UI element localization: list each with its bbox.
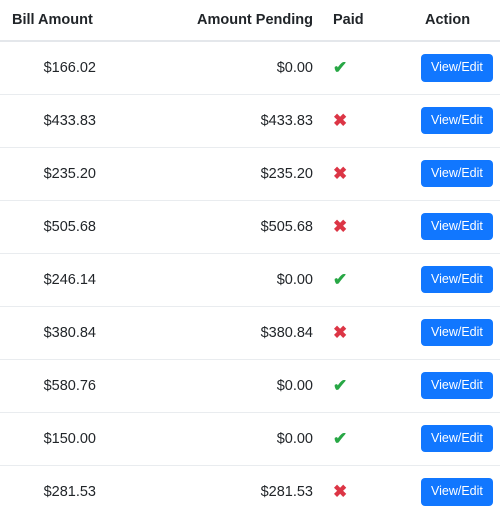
cross-icon: ✖: [333, 216, 348, 236]
cell-amount-pending: $0.00: [160, 41, 317, 95]
cell-amount-pending: $505.68: [160, 200, 317, 254]
cell-action: View/Edit: [404, 200, 500, 254]
cell-action: View/Edit: [404, 359, 500, 413]
cell-amount-pending: $380.84: [160, 306, 317, 360]
cell-bill-amount: $433.83: [0, 94, 160, 148]
column-header-paid: Paid: [317, 0, 404, 42]
cross-icon: ✖: [333, 110, 348, 130]
cell-action: View/Edit: [404, 412, 500, 466]
table-row: $433.83 $433.83 ✖ View/Edit: [0, 94, 500, 148]
table-row: $235.20 $235.20 ✖ View/Edit: [0, 147, 500, 201]
cell-paid: ✔: [317, 412, 404, 466]
cell-amount-pending: $0.00: [160, 359, 317, 413]
cross-icon: ✖: [333, 163, 348, 183]
cell-action: View/Edit: [404, 306, 500, 360]
table-row: $166.02 $0.00 ✔ View/Edit: [0, 41, 500, 95]
cell-bill-amount: $505.68: [0, 200, 160, 254]
check-icon: ✔: [333, 269, 348, 289]
cell-paid: ✖: [317, 94, 404, 148]
cell-bill-amount: $150.00: [0, 412, 160, 466]
cell-bill-amount: $166.02: [0, 41, 160, 95]
table-row: $150.00 $0.00 ✔ View/Edit: [0, 412, 500, 466]
cell-paid: ✖: [317, 465, 404, 512]
cross-icon: ✖: [333, 481, 348, 501]
table-header-row: Bill Amount Amount Pending Paid Action: [0, 0, 500, 42]
cell-paid: ✖: [317, 147, 404, 201]
view-edit-button[interactable]: View/Edit: [421, 478, 493, 506]
cell-action: View/Edit: [404, 41, 500, 95]
table-row: $246.14 $0.00 ✔ View/Edit: [0, 253, 500, 307]
table-header: Bill Amount Amount Pending Paid Action: [0, 0, 500, 42]
cell-paid: ✔: [317, 41, 404, 95]
cell-bill-amount: $235.20: [0, 147, 160, 201]
check-icon: ✔: [333, 428, 348, 448]
table-row: $580.76 $0.00 ✔ View/Edit: [0, 359, 500, 413]
cell-bill-amount: $380.84: [0, 306, 160, 360]
cell-amount-pending: $0.00: [160, 412, 317, 466]
cell-amount-pending: $433.83: [160, 94, 317, 148]
table-row: $505.68 $505.68 ✖ View/Edit: [0, 200, 500, 254]
cell-bill-amount: $281.53: [0, 465, 160, 512]
cell-paid: ✖: [317, 200, 404, 254]
check-icon: ✔: [333, 375, 348, 395]
view-edit-button[interactable]: View/Edit: [421, 265, 493, 294]
table-row: $281.53 $281.53 ✖ View/Edit: [0, 465, 500, 512]
cell-amount-pending: $235.20: [160, 147, 317, 201]
cell-bill-amount: $246.14: [0, 253, 160, 307]
cell-paid: ✖: [317, 306, 404, 360]
view-edit-button[interactable]: View/Edit: [421, 106, 493, 135]
column-header-action: Action: [404, 0, 500, 42]
table-row: $380.84 $380.84 ✖ View/Edit: [0, 306, 500, 360]
view-edit-button[interactable]: View/Edit: [421, 159, 493, 188]
cell-paid: ✔: [317, 253, 404, 307]
view-edit-button[interactable]: View/Edit: [421, 54, 493, 82]
column-header-amount-pending: Amount Pending: [160, 0, 317, 42]
cell-action: View/Edit: [404, 147, 500, 201]
cell-paid: ✔: [317, 359, 404, 413]
bills-table: Bill Amount Amount Pending Paid Action $…: [0, 0, 500, 512]
table-body: $166.02 $0.00 ✔ View/Edit $433.83 $433.83 ✖ Vie…: [0, 41, 500, 512]
check-icon: ✔: [333, 57, 348, 77]
cell-amount-pending: $281.53: [160, 465, 317, 512]
view-edit-button[interactable]: View/Edit: [421, 318, 493, 347]
cell-action: View/Edit: [404, 94, 500, 148]
cell-amount-pending: $0.00: [160, 253, 317, 307]
view-edit-button[interactable]: View/Edit: [421, 424, 493, 453]
view-edit-button[interactable]: View/Edit: [421, 212, 493, 241]
cell-bill-amount: $580.76: [0, 359, 160, 413]
cell-action: View/Edit: [404, 465, 500, 512]
bills-table-container: Bill Amount Amount Pending Paid Action $…: [0, 0, 500, 512]
cross-icon: ✖: [333, 322, 348, 342]
cell-action: View/Edit: [404, 253, 500, 307]
column-header-bill-amount: Bill Amount: [0, 0, 160, 42]
view-edit-button[interactable]: View/Edit: [421, 371, 493, 400]
